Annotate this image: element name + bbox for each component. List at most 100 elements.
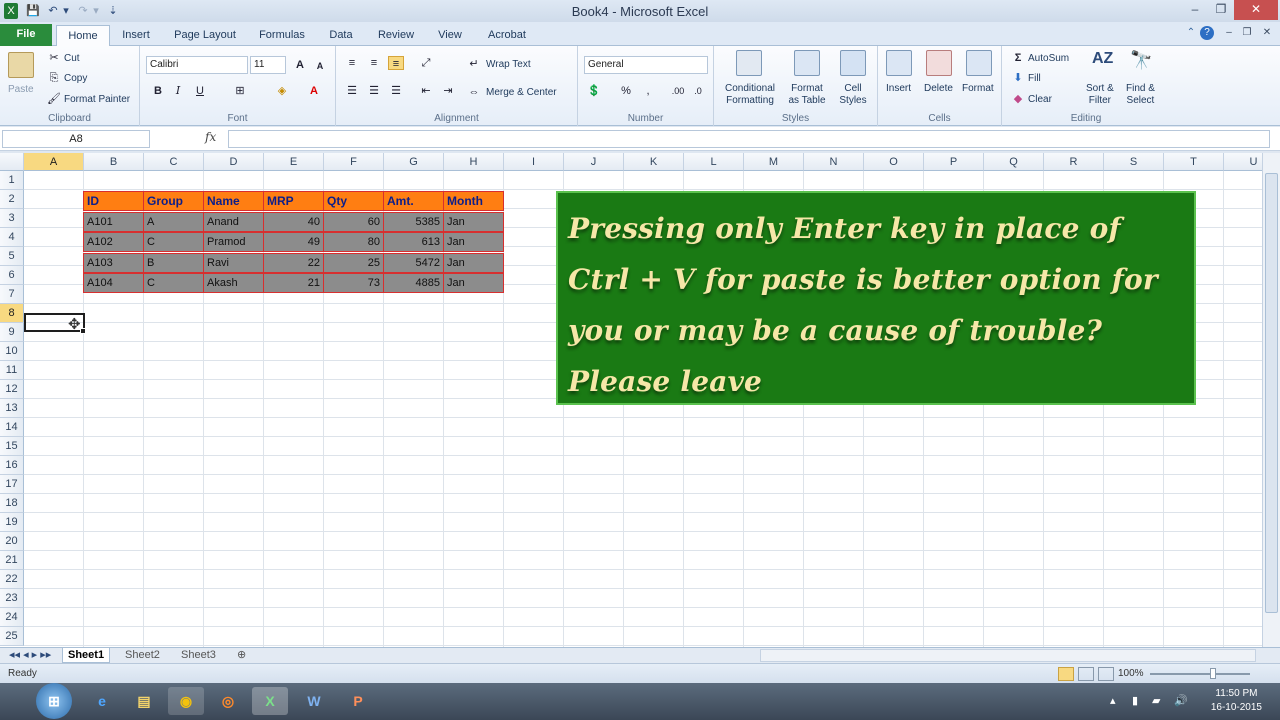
- row-header-11[interactable]: 11: [0, 361, 24, 380]
- row-header-21[interactable]: 21: [0, 551, 24, 570]
- row-header-1[interactable]: 1: [0, 171, 24, 190]
- row-header-24[interactable]: 24: [0, 608, 24, 627]
- tab-sheet1[interactable]: Sheet1: [62, 648, 111, 663]
- row-header-23[interactable]: 23: [0, 589, 24, 608]
- formula-input[interactable]: [228, 130, 1270, 148]
- wrap-text-icon[interactable]: ↵: [466, 57, 482, 71]
- table-header-cell[interactable]: Month: [443, 191, 504, 211]
- row-header-2[interactable]: 2: [0, 190, 24, 209]
- tray-device-icon[interactable]: ▮: [1132, 694, 1138, 707]
- minimize-ribbon-icon[interactable]: ⌃: [1184, 26, 1198, 40]
- column-header-u[interactable]: U: [1224, 153, 1262, 171]
- table-cell[interactable]: 4885: [383, 273, 444, 293]
- autosum-icon[interactable]: Σ: [1010, 51, 1026, 65]
- underline-button[interactable]: U: [192, 84, 208, 98]
- sort-filter-icon[interactable]: AZ: [1092, 50, 1118, 76]
- format-cells-button[interactable]: Format: [962, 83, 994, 94]
- wrap-text-button[interactable]: Wrap Text: [486, 59, 531, 70]
- increase-decimal-icon[interactable]: .00: [670, 84, 686, 98]
- insert-cells-button[interactable]: Insert: [886, 83, 911, 94]
- powerpoint-taskbar-icon[interactable]: P: [340, 687, 376, 715]
- excel-taskbar-icon[interactable]: X: [252, 687, 288, 715]
- horizontal-scrollbar[interactable]: [760, 649, 1256, 662]
- table-cell[interactable]: A101: [83, 211, 144, 232]
- restore-button[interactable]: ❐: [1208, 0, 1234, 20]
- tab-home[interactable]: Home: [56, 25, 110, 46]
- table-cell[interactable]: 5385: [383, 211, 444, 232]
- row-header-18[interactable]: 18: [0, 494, 24, 513]
- column-header-e[interactable]: E: [264, 153, 324, 171]
- insert-sheet-icon[interactable]: ⊕: [232, 648, 251, 663]
- font-color-icon[interactable]: A: [306, 84, 322, 98]
- align-bottom-icon[interactable]: ≡: [388, 56, 404, 70]
- format-painter-icon[interactable]: 🖌: [46, 92, 62, 106]
- column-header-l[interactable]: L: [684, 153, 744, 171]
- table-header-cell[interactable]: Amt.: [383, 191, 444, 211]
- column-header-c[interactable]: C: [144, 153, 204, 171]
- find-select-icon[interactable]: 🔭: [1130, 50, 1156, 76]
- workbook-close-icon[interactable]: ✕: [1260, 26, 1274, 40]
- row-header-17[interactable]: 17: [0, 475, 24, 494]
- network-icon[interactable]: ▰: [1152, 694, 1160, 707]
- column-header-m[interactable]: M: [744, 153, 804, 171]
- table-cell[interactable]: Jan: [443, 273, 504, 293]
- cell-styles-icon[interactable]: [840, 50, 866, 76]
- row-header-13[interactable]: 13: [0, 399, 24, 418]
- number-format-combo[interactable]: General: [584, 56, 708, 74]
- table-cell[interactable]: Jan: [443, 252, 504, 273]
- table-cell[interactable]: Ravi: [203, 252, 264, 273]
- tab-data[interactable]: Data: [322, 25, 360, 46]
- zoom-slider[interactable]: [1150, 673, 1250, 675]
- autosum-button[interactable]: AutoSum: [1028, 53, 1069, 64]
- table-cell[interactable]: Anand: [203, 211, 264, 232]
- paste-icon[interactable]: [8, 52, 34, 78]
- paste-button[interactable]: Paste: [8, 84, 34, 95]
- align-middle-icon[interactable]: ≡: [366, 56, 382, 70]
- delete-cells-icon[interactable]: [926, 50, 952, 76]
- row-header-4[interactable]: 4: [0, 228, 24, 247]
- zoom-slider-knob[interactable]: [1210, 668, 1216, 679]
- clear-button[interactable]: Clear: [1028, 94, 1052, 105]
- fill-color-icon[interactable]: ◈: [274, 84, 290, 98]
- table-cell[interactable]: 5472: [383, 252, 444, 273]
- column-header-k[interactable]: K: [624, 153, 684, 171]
- tab-insert[interactable]: Insert: [116, 25, 156, 46]
- row-header-3[interactable]: 3: [0, 209, 24, 228]
- help-icon[interactable]: ?: [1200, 26, 1214, 40]
- percent-icon[interactable]: %: [618, 84, 634, 98]
- column-header-o[interactable]: O: [864, 153, 924, 171]
- workbook-restore-icon[interactable]: ❐: [1240, 26, 1254, 40]
- page-layout-view-icon[interactable]: [1078, 667, 1094, 681]
- conditional-formatting-button[interactable]: Conditional Formatting: [720, 83, 780, 107]
- format-as-table-button[interactable]: Format as Table: [782, 83, 832, 107]
- format-cells-icon[interactable]: [966, 50, 992, 76]
- row-header-25[interactable]: 25: [0, 627, 24, 646]
- column-header-d[interactable]: D: [204, 153, 264, 171]
- column-header-q[interactable]: Q: [984, 153, 1044, 171]
- delete-cells-button[interactable]: Delete: [924, 83, 953, 94]
- firefox-icon[interactable]: ◎: [210, 687, 246, 715]
- row-header-9[interactable]: 9: [0, 323, 24, 342]
- clear-icon[interactable]: ◆: [1010, 92, 1026, 106]
- sort-filter-button[interactable]: Sort & Filter: [1086, 83, 1114, 107]
- row-header-22[interactable]: 22: [0, 570, 24, 589]
- row-header-12[interactable]: 12: [0, 380, 24, 399]
- align-top-icon[interactable]: ≡: [344, 56, 360, 70]
- table-cell[interactable]: 80: [323, 232, 384, 252]
- table-cell[interactable]: 49: [263, 232, 324, 252]
- format-as-table-icon[interactable]: [794, 50, 820, 76]
- table-header-cell[interactable]: Qty: [323, 191, 384, 211]
- table-cell[interactable]: 73: [323, 273, 384, 293]
- tab-sheet2[interactable]: Sheet2: [120, 648, 165, 663]
- table-cell[interactable]: Pramod: [203, 232, 264, 252]
- table-header-cell[interactable]: Group: [143, 191, 204, 211]
- vertical-scrollbar[interactable]: [1262, 153, 1280, 647]
- note-box[interactable]: Pressing only Enter key in place of Ctrl…: [556, 191, 1196, 405]
- vertical-scroll-thumb[interactable]: [1265, 173, 1278, 613]
- column-header-h[interactable]: H: [444, 153, 504, 171]
- column-header-s[interactable]: S: [1104, 153, 1164, 171]
- copy-icon[interactable]: ⎘: [46, 71, 62, 85]
- column-header-i[interactable]: I: [504, 153, 564, 171]
- table-cell[interactable]: 21: [263, 273, 324, 293]
- normal-view-icon[interactable]: [1058, 667, 1074, 681]
